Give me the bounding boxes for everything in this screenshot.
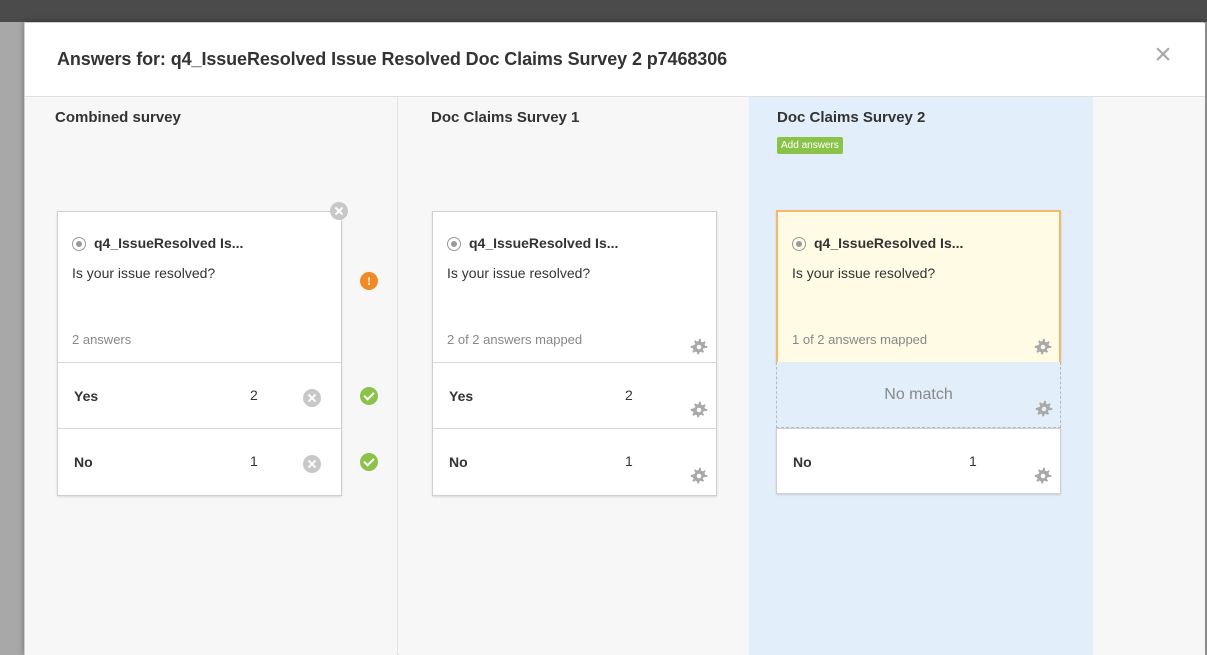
app-topbar — [0, 0, 1207, 22]
answer-row[interactable]: No 1 — [433, 429, 716, 495]
app-left-edge — [0, 22, 24, 655]
question-block: q4_IssueResolved Is... Is your issue res… — [778, 212, 1059, 363]
answer-count: 1 — [250, 453, 258, 469]
answer-label: Yes — [449, 388, 474, 404]
modal-title: Answers for: q4_IssueResolved Issue Reso… — [57, 49, 728, 69]
question-block: q4_IssueResolved Is... Is your issue res… — [433, 212, 716, 363]
gear-icon[interactable] — [688, 336, 710, 358]
survey-columns: Combined survey q4_IssueResolved Is... I… — [25, 97, 1205, 655]
answers-count: 2 answers — [72, 332, 132, 347]
question-radio-icon — [792, 237, 806, 251]
gear-icon[interactable] — [688, 465, 710, 487]
gear-icon[interactable] — [1032, 465, 1054, 487]
warning-icon[interactable]: ! — [360, 272, 378, 290]
answers-mapped: 2 of 2 answers mapped — [447, 332, 583, 347]
answer-count: 1 — [969, 453, 977, 469]
answer-count: 2 — [625, 387, 633, 403]
answer-row[interactable]: No 1 — [58, 429, 341, 495]
answer-row[interactable]: No 1 — [776, 428, 1061, 494]
check-icon — [360, 453, 378, 471]
answer-slots: No match No 1 — [776, 362, 1061, 494]
gear-icon[interactable] — [688, 399, 710, 421]
question-name: q4_IssueResolved Is... — [94, 235, 244, 251]
answer-label: Yes — [74, 388, 99, 404]
remove-answer-icon[interactable] — [303, 389, 321, 407]
answer-label: No — [449, 454, 468, 470]
question-card[interactable]: q4_IssueResolved Is... Is your issue res… — [432, 211, 717, 496]
answer-label: No — [793, 454, 812, 470]
question-radio-icon — [447, 237, 461, 251]
answers-mapped: 1 of 2 answers mapped — [792, 332, 928, 347]
answer-count: 1 — [625, 453, 633, 469]
gear-icon[interactable] — [1032, 336, 1054, 358]
answer-row[interactable]: Yes 2 — [58, 363, 341, 429]
column-title: Doc Claims Survey 2 — [777, 109, 926, 126]
remove-answer-icon[interactable] — [303, 455, 321, 473]
answer-count: 2 — [250, 387, 258, 403]
question-card[interactable]: q4_IssueResolved Is... Is your issue res… — [57, 211, 342, 496]
column-doc-claims-survey-1: Doc Claims Survey 1 q4_IssueResolved Is.… — [399, 97, 749, 655]
question-block: q4_IssueResolved Is... Is your issue res… — [58, 212, 341, 363]
question-name: q4_IssueResolved Is... — [469, 235, 619, 251]
answer-label: No — [74, 454, 93, 470]
question-name: q4_IssueResolved Is... — [814, 235, 964, 251]
modal-header: Answers for: q4_IssueResolved Issue Reso… — [25, 23, 1205, 97]
answer-row[interactable]: Yes 2 — [433, 363, 716, 429]
close-button[interactable]: × — [1149, 40, 1177, 70]
question-radio-icon — [72, 237, 86, 251]
add-answers-button[interactable]: Add answers — [777, 137, 843, 154]
column-combined-survey: Combined survey q4_IssueResolved Is... I… — [25, 97, 398, 655]
remove-question-icon[interactable] — [330, 202, 348, 220]
no-match-row[interactable]: No match — [776, 362, 1061, 428]
column-empty — [1093, 97, 1205, 655]
gear-icon[interactable] — [1033, 398, 1055, 420]
column-title: Doc Claims Survey 1 — [431, 109, 580, 126]
check-icon — [360, 387, 378, 405]
question-text: Is your issue resolved? — [72, 265, 216, 281]
column-doc-claims-survey-2: Doc Claims Survey 2 Add answers q4_Issue… — [749, 97, 1093, 655]
column-title: Combined survey — [55, 109, 181, 126]
answers-modal: Answers for: q4_IssueResolved Issue Reso… — [24, 22, 1205, 655]
no-match-label: No match — [884, 386, 953, 403]
question-text: Is your issue resolved? — [792, 265, 936, 281]
question-card-selected[interactable]: q4_IssueResolved Is... Is your issue res… — [776, 210, 1061, 365]
question-text: Is your issue resolved? — [447, 265, 591, 281]
